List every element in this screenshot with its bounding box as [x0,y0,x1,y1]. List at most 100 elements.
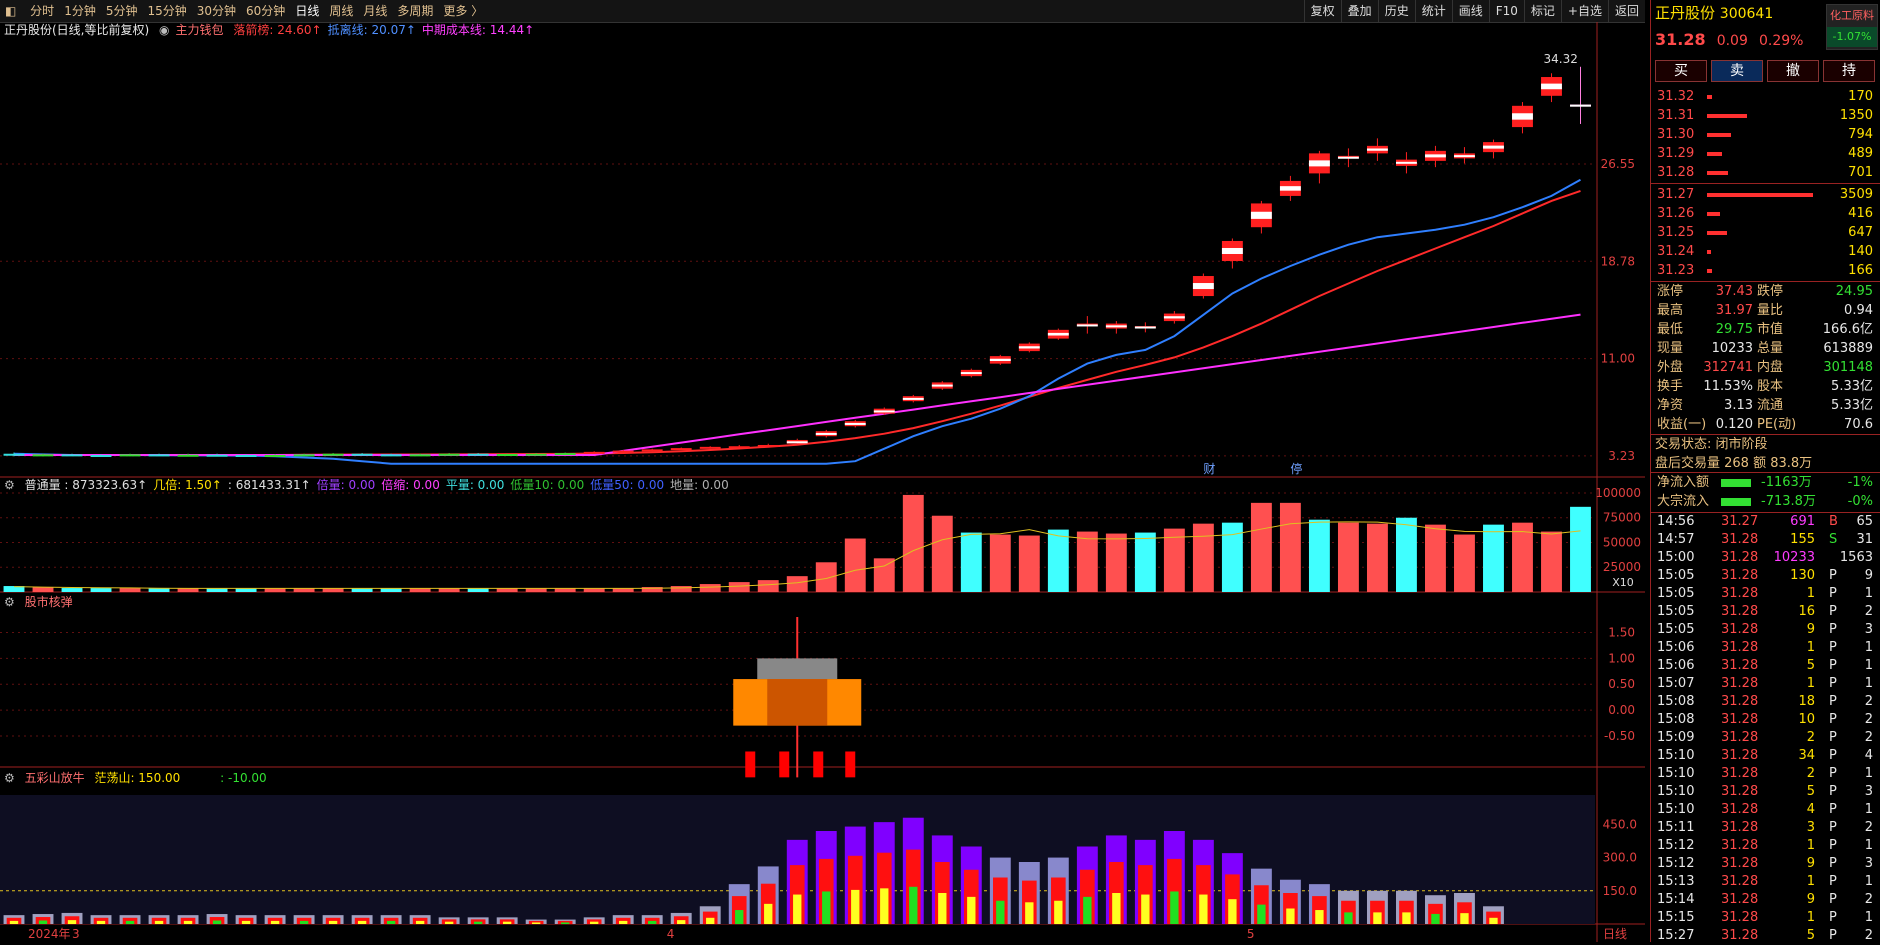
tick-list[interactable]: 14:56 31.27 691 B 65 14:57 31.28 155 S 31 15:00 31.… [1651,512,1880,943]
volume-bar[interactable] [1541,531,1562,592]
sell-level-3[interactable]: 31.29 489 [1651,144,1880,163]
candle[interactable] [728,444,750,449]
candle[interactable] [757,443,779,447]
candle[interactable] [699,446,721,449]
volume-bar[interactable] [1163,528,1185,592]
mood-bar[interactable] [1395,890,1417,924]
volume-bar[interactable] [931,515,953,592]
volume-bar[interactable] [1308,519,1330,592]
candle[interactable] [815,429,837,438]
candle[interactable] [1018,342,1040,353]
candle[interactable] [1337,148,1359,168]
tab-0[interactable]: 分时 [25,0,59,22]
mood-bar[interactable] [844,826,866,924]
nuke-signal-glyph[interactable] [733,617,862,778]
candle[interactable] [641,448,663,452]
mood-bar[interactable] [525,919,547,924]
volume-bar[interactable] [1454,534,1475,592]
mood-bar[interactable] [641,915,663,924]
volume-bar[interactable] [1512,522,1533,592]
mood-bar[interactable] [1250,868,1272,924]
buy-level-3[interactable]: 31.24 140 [1651,242,1880,261]
candle[interactable] [322,453,344,456]
candle[interactable] [496,453,518,456]
buy-level-4[interactable]: 31.23 166 [1651,261,1880,280]
volume-bar[interactable] [1483,524,1504,592]
mood-bar[interactable] [1279,879,1301,924]
gear-icon[interactable]: ⚙ [4,595,15,609]
tool-button-2[interactable]: 历史 [1377,0,1415,22]
event-marker-fin[interactable]: 财 [1203,462,1215,476]
volume-bar[interactable] [902,494,924,592]
volume-bar[interactable] [1018,535,1040,592]
candle[interactable] [1105,321,1127,334]
volume-bar[interactable] [670,586,692,592]
mood-bar[interactable] [1076,846,1098,925]
volume-bar[interactable] [1570,506,1591,592]
tab-1[interactable]: 1分钟 [59,0,101,22]
volume-bar[interactable] [1366,523,1388,592]
volume-bar[interactable] [815,562,837,592]
candle[interactable] [583,451,605,454]
mood-bar[interactable] [1163,831,1185,924]
tab-3[interactable]: 15分钟 [142,0,191,22]
volume-bar[interactable] [1192,523,1214,592]
tab-6[interactable]: 日线 [290,0,324,22]
volume-bar[interactable] [786,576,808,592]
mood-bar[interactable] [989,857,1011,924]
mood-bar[interactable] [1337,890,1359,924]
mood-bar[interactable] [1047,857,1069,924]
mood-bar[interactable] [1221,853,1243,924]
sell-level-4[interactable]: 31.28 701 [1651,163,1880,182]
buy-level-2[interactable]: 31.25 647 [1651,223,1880,242]
buy-level-1[interactable]: 31.26 416 [1651,204,1880,223]
candle[interactable] [960,368,982,378]
candle[interactable] [670,447,692,451]
volume-bar[interactable] [757,580,779,592]
buy-button[interactable]: 买 [1655,60,1707,82]
sell-level-2[interactable]: 31.30 794 [1651,125,1880,144]
mood-bar[interactable] [61,912,83,924]
candle[interactable] [902,394,924,403]
period-label[interactable]: 日线 [1603,927,1627,941]
mood-bar[interactable] [931,835,953,924]
tab-7[interactable]: 周线 [324,0,358,22]
mood-bar[interactable] [554,919,576,924]
mood-bar[interactable] [1105,835,1127,924]
mood-bar[interactable] [670,912,692,924]
indicator-name[interactable]: 主力钱包 [176,23,224,37]
candle[interactable] [844,419,866,428]
sell-level-0[interactable]: 31.32 170 [1651,87,1880,106]
volume-bar[interactable] [844,538,866,592]
event-marker-halt[interactable]: 停 [1290,461,1302,476]
mood-bar[interactable] [235,915,257,924]
mood-bar[interactable] [1134,839,1156,924]
tab-9[interactable]: 多周期 [392,0,438,22]
volume-bar[interactable] [32,587,54,592]
tab-4[interactable]: 30分钟 [192,0,241,22]
candle[interactable] [1076,316,1098,334]
tab-8[interactable]: 月线 [358,0,392,22]
tool-button-7[interactable]: +自选 [1560,0,1608,22]
mood-bar[interactable] [3,915,25,924]
mood-bar[interactable] [32,914,54,924]
settings-icon[interactable]: ◧ [0,0,21,22]
candle[interactable] [1047,328,1069,340]
volume-bar[interactable] [90,588,112,592]
candle[interactable] [989,354,1011,365]
mood-bar[interactable] [873,822,895,924]
cancel-button[interactable]: 撤 [1767,60,1819,82]
gear-icon[interactable]: ⚙ [4,478,15,492]
mood-bar[interactable] [148,915,170,924]
tab-2[interactable]: 5分钟 [101,0,143,22]
candle[interactable] [1483,139,1504,159]
volume-bar[interactable] [1105,533,1127,592]
mood-bar[interactable] [322,915,344,924]
mood-bar[interactable] [728,884,750,924]
panel4-title[interactable]: 五彩山放牛 [25,771,85,785]
mood-bar[interactable] [815,831,837,924]
mood-bar[interactable] [1454,893,1475,924]
sell-button[interactable]: 卖 [1711,60,1763,82]
candle[interactable] [1192,273,1214,299]
mood-bar[interactable] [90,915,112,924]
